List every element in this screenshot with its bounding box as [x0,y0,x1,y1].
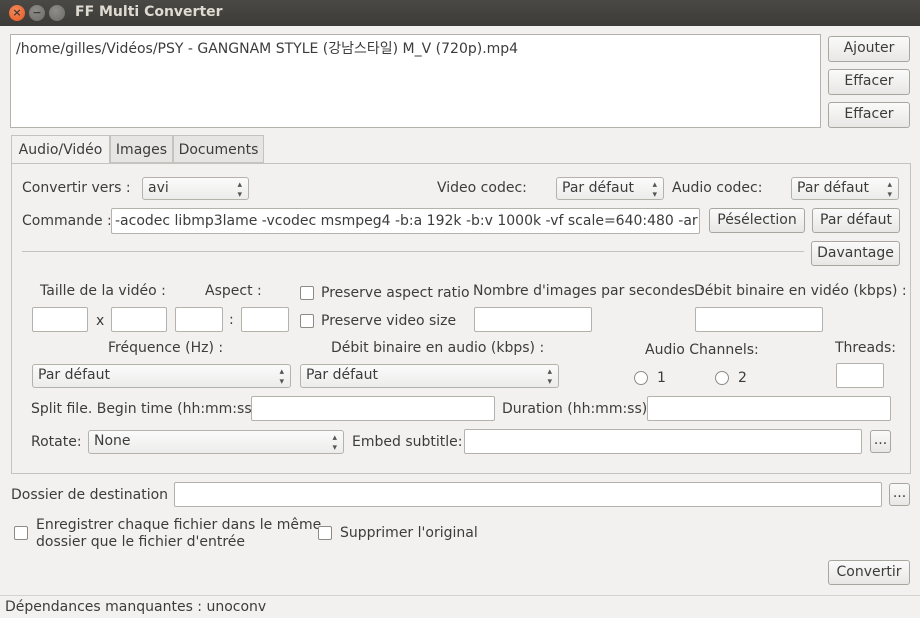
convert-button[interactable]: Convertir [828,560,910,585]
convert-to-value: avi [148,180,169,196]
convert-to-select[interactable]: avi ▴ ▾ [142,177,249,200]
preserve-size-checkbox[interactable] [300,314,314,328]
separator [22,251,804,252]
tab-images[interactable]: Images [110,135,173,163]
frequency-select[interactable]: Par défaut ▴ ▾ [32,364,291,388]
spin-arrows-icon: ▴ ▾ [332,433,337,453]
spin-arrows-icon: ▴ ▾ [237,180,242,200]
save-same-folder-label-line1: Enregistrer chaque fichier dans le même [36,517,322,533]
aspect-width-input[interactable] [175,307,223,332]
audio-bitrate-select[interactable]: Par défaut ▴ ▾ [300,364,559,388]
frequency-label: Fréquence (Hz) : [108,340,224,356]
rotate-select[interactable]: None ▴ ▾ [88,430,344,454]
split-begin-input[interactable] [251,396,495,421]
tab-audio-video[interactable]: Audio/Vidéo [11,135,110,164]
embed-subtitle-input[interactable] [464,429,862,454]
window-title: FF Multi Converter [75,4,223,20]
minimize-icon[interactable]: − [29,5,45,21]
status-message: Dépendances manquantes : unoconv [5,599,267,615]
audio-codec-label: Audio codec: [672,180,763,196]
fps-input[interactable] [474,307,592,332]
split-begin-label: Split file. Begin time (hh:mm:ss): [31,401,262,417]
more-options-button[interactable]: Davantage [811,241,900,266]
video-codec-label: Video codec: [437,180,527,196]
video-height-input[interactable] [111,307,167,332]
destination-input[interactable] [174,482,882,507]
audio-bitrate-label: Débit binaire en audio (kbps) : [331,340,545,356]
command-value: -acodec libmp3lame -vcodec msmpeg4 -b:a … [115,213,700,229]
size-separator: x [96,313,105,329]
close-icon[interactable]: × [9,5,25,21]
preserve-aspect-label: Preserve aspect ratio [321,285,470,301]
video-width-input[interactable] [32,307,88,332]
spin-arrows-icon: ▴ ▾ [652,180,657,200]
preserve-aspect-checkbox[interactable] [300,286,314,300]
save-same-folder-checkbox[interactable] [14,526,28,540]
command-label: Commande : [22,213,112,229]
duration-input[interactable] [647,396,891,421]
file-list[interactable]: /home/gilles/Vidéos/PSY - GANGNAM STYLE … [10,34,821,128]
threads-label: Threads: [835,340,896,356]
convert-to-label: Convertir vers : [22,180,131,196]
remove-file-button[interactable]: Effacer [828,69,910,95]
aspect-label: Aspect : [205,283,262,299]
audio-bitrate-value: Par défaut [306,367,378,383]
aspect-separator: : [229,312,234,328]
threads-input[interactable] [836,363,884,388]
add-file-button[interactable]: Ajouter [828,36,910,62]
aspect-height-input[interactable] [241,307,289,332]
spin-arrows-icon: ▴ ▾ [279,367,284,387]
delete-original-checkbox[interactable] [318,526,332,540]
embed-subtitle-label: Embed subtitle: [352,434,463,450]
destination-label: Dossier de destination : [11,487,178,503]
rotate-label: Rotate: [31,434,82,450]
preserve-size-label: Preserve video size [321,313,457,329]
channel-2-radio[interactable] [715,371,729,385]
spin-arrows-icon: ▴ ▾ [887,180,892,200]
video-codec-value: Par défaut [562,180,634,196]
preselection-button[interactable]: Pésélection [709,208,805,233]
default-command-button[interactable]: Par défaut [812,208,900,233]
fps-label: Nombre d'images par secondes : [473,283,704,299]
channel-2-label: 2 [738,370,747,386]
status-separator [0,595,920,596]
command-input[interactable]: -acodec libmp3lame -vcodec msmpeg4 -b:a … [111,208,700,234]
rotate-value: None [94,433,131,449]
maximize-icon[interactable] [49,5,65,21]
channel-1-label: 1 [657,370,666,386]
video-size-label: Taille de la vidéo : [40,283,166,299]
duration-label: Duration (hh:mm:ss): [502,401,652,417]
audio-channels-label: Audio Channels: [645,342,759,358]
video-codec-select[interactable]: Par défaut ▴ ▾ [556,177,664,200]
audio-codec-select[interactable]: Par défaut ▴ ▾ [791,177,899,200]
destination-browse-button[interactable]: ... [889,483,910,506]
file-list-item[interactable]: /home/gilles/Vidéos/PSY - GANGNAM STYLE … [16,38,518,58]
frequency-value: Par défaut [38,367,110,383]
subtitle-browse-button[interactable]: ... [870,430,891,453]
audio-codec-value: Par défaut [797,180,869,196]
channel-1-radio[interactable] [634,371,648,385]
video-bitrate-label: Débit binaire en vidéo (kbps) : [694,283,907,299]
tab-documents[interactable]: Documents [173,135,264,163]
clear-list-button[interactable]: Effacer [828,102,910,128]
spin-arrows-icon: ▴ ▾ [547,367,552,387]
save-same-folder-label-line2: dossier que le fichier d'entrée [36,534,246,550]
delete-original-label: Supprimer l'original [340,525,478,541]
video-bitrate-input[interactable] [695,307,823,332]
